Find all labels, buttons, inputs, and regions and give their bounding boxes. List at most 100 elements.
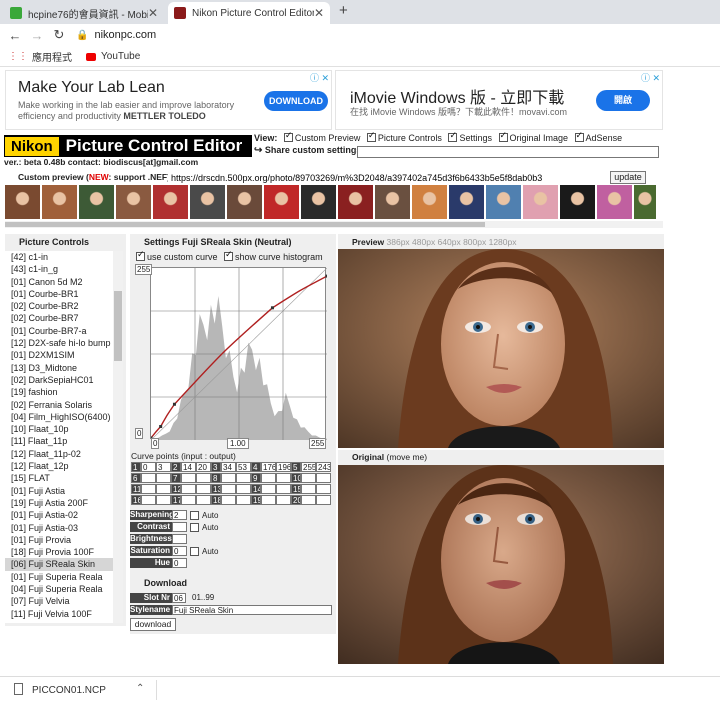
picture-control-item[interactable]: [01] Fuji Astia-02: [5, 509, 113, 521]
picture-control-item[interactable]: [12] Flaat_11p-02: [5, 448, 113, 460]
curve-point-output[interactable]: [316, 473, 331, 483]
adjustment-value-field[interactable]: 0: [172, 558, 187, 568]
gamma-value[interactable]: 1.00: [227, 438, 249, 449]
preview-thumbnail[interactable]: [634, 185, 656, 219]
adsense-checkbox[interactable]: [574, 130, 584, 142]
curve-point-input[interactable]: [181, 473, 196, 483]
curve-point-output[interactable]: 20: [196, 462, 211, 472]
tab-mobile01[interactable]: hcpine76的會員資訊 - Mobile01 ✕: [4, 2, 164, 24]
ad-mettler[interactable]: ⓘ ✕ Make Your Lab Lean Make working in t…: [5, 70, 332, 130]
picture-control-item[interactable]: [02] Courbe-BR7: [5, 312, 113, 324]
forward-arrow-icon[interactable]: →: [26, 28, 48, 43]
curve-point-input[interactable]: [261, 484, 276, 494]
picture-control-item[interactable]: [01] Fuji Astia: [5, 485, 113, 497]
bookmark-youtube[interactable]: YouTube: [101, 51, 140, 62]
ad-title[interactable]: iMovie Windows 版 - 立即下載: [350, 84, 564, 108]
picture-control-item[interactable]: [19] Fuji Astia 200F: [5, 497, 113, 509]
curve-point-input[interactable]: [141, 484, 156, 494]
picture-control-item[interactable]: [02] Courbe-BR2: [5, 300, 113, 312]
ad-title[interactable]: Make Your Lab Lean: [18, 79, 165, 97]
picture-control-item[interactable]: [10] Flaat_10p: [5, 423, 113, 435]
preview-thumbnail[interactable]: [449, 185, 484, 219]
curve-point-input[interactable]: [301, 484, 316, 494]
curve-point-input[interactable]: [221, 484, 236, 494]
picture-control-item[interactable]: [13] D3_Midtone: [5, 362, 113, 374]
picture-control-item[interactable]: [02] Ferrania Solaris: [5, 399, 113, 411]
picture-control-item[interactable]: [01] Fuji Superia Reala: [5, 571, 113, 583]
curve-point-input[interactable]: [261, 495, 276, 505]
settings-checkbox[interactable]: [448, 130, 458, 142]
picture-control-item[interactable]: [01] Fuji Astia-03: [5, 522, 113, 534]
picture-control-item[interactable]: [15] FLAT: [5, 472, 113, 484]
picture-control-item[interactable]: [01] Canon 5d M2: [5, 276, 113, 288]
scrollbar-thumb[interactable]: [114, 291, 122, 361]
list-scrollbar[interactable]: [113, 251, 123, 623]
picture-control-item[interactable]: [04] Fuji Superia Reala: [5, 583, 113, 595]
picture-control-item[interactable]: [01] Courbe-BR1: [5, 288, 113, 300]
address-bar[interactable]: nikonpc.com: [94, 29, 156, 41]
curve-point-input[interactable]: [181, 495, 196, 505]
curve-point-output[interactable]: [276, 484, 291, 494]
curve-point-output[interactable]: [316, 495, 331, 505]
preview-size-options[interactable]: 386px 480px 640px 800px 1280px: [387, 237, 517, 247]
show-histogram-checkbox[interactable]: [224, 249, 234, 261]
original-image[interactable]: [338, 465, 664, 664]
auto-checkbox[interactable]: [190, 523, 199, 532]
ad-imovie[interactable]: ⓘ ✕ iMovie Windows 版 - 立即下載 在找 iMovie Wi…: [335, 70, 663, 130]
scrollbar-thumb[interactable]: [5, 222, 485, 227]
curve-point-output[interactable]: [236, 495, 251, 505]
preview-thumbnail[interactable]: [486, 185, 521, 219]
preview-thumbnail[interactable]: [42, 185, 77, 219]
curve-point-input[interactable]: [141, 495, 156, 505]
preview-thumbnail[interactable]: [560, 185, 595, 219]
curve-point-input[interactable]: [301, 473, 316, 483]
curve-point-output[interactable]: [196, 484, 211, 494]
curve-point-input[interactable]: [261, 473, 276, 483]
adjustment-value-field[interactable]: [172, 534, 187, 544]
curve-point-output[interactable]: [276, 495, 291, 505]
chevron-up-icon[interactable]: ⌃: [136, 683, 144, 694]
curve-point-input[interactable]: 14: [181, 462, 196, 472]
adjustment-value-field[interactable]: [172, 522, 187, 532]
curve-point-output[interactable]: 3: [156, 462, 171, 472]
curve-point-output[interactable]: [156, 473, 171, 483]
custom-preview-checkbox[interactable]: [283, 130, 293, 142]
ad-open-button[interactable]: 開啟: [596, 90, 650, 111]
preview-thumbnail[interactable]: [264, 185, 299, 219]
preview-thumbnail[interactable]: [597, 185, 632, 219]
curve-editor[interactable]: [150, 267, 327, 440]
preview-thumbnail[interactable]: [5, 185, 40, 219]
picture-control-item[interactable]: [11] Flaat_11p: [5, 435, 113, 447]
curve-point-input[interactable]: 0: [141, 462, 156, 472]
lock-icon[interactable]: 🔒: [76, 30, 88, 41]
curve-point-input[interactable]: [221, 473, 236, 483]
picture-control-item[interactable]: [01] Fuji Provia: [5, 534, 113, 546]
adchoices-icon[interactable]: ⓘ ✕: [310, 71, 329, 84]
preview-thumbnail[interactable]: [153, 185, 188, 219]
close-icon[interactable]: ✕: [148, 6, 158, 20]
tone-curve-graph[interactable]: [151, 268, 327, 440]
update-button[interactable]: update: [610, 171, 646, 184]
preview-thumbnail[interactable]: [227, 185, 262, 219]
curve-point-input[interactable]: 255: [301, 462, 316, 472]
preview-thumbnail[interactable]: [375, 185, 410, 219]
tab-nikon[interactable]: Nikon Picture Control Editor ✕: [168, 2, 330, 24]
download-button[interactable]: download: [130, 618, 176, 631]
auto-checkbox[interactable]: [190, 547, 199, 556]
picture-control-item[interactable]: [18] Fuji Provia 100F: [5, 546, 113, 558]
apps-grid-icon[interactable]: ⋮⋮: [8, 51, 28, 62]
curve-point-output[interactable]: [196, 473, 211, 483]
preview-thumbnail[interactable]: [412, 185, 447, 219]
back-arrow-icon[interactable]: ←: [4, 28, 26, 43]
picture-control-item[interactable]: [19] fashion: [5, 386, 113, 398]
curve-point-input[interactable]: 34: [221, 462, 236, 472]
curve-point-input[interactable]: [301, 495, 316, 505]
curve-point-output[interactable]: [276, 473, 291, 483]
ad-download-button[interactable]: DOWNLOAD: [264, 91, 328, 111]
stylename-field[interactable]: Fuji SReala Skin: [172, 605, 332, 615]
curve-point-output[interactable]: 196: [276, 462, 291, 472]
curve-point-input[interactable]: 176: [261, 462, 276, 472]
preview-thumbnail[interactable]: [338, 185, 373, 219]
auto-checkbox[interactable]: [190, 511, 199, 520]
original-header[interactable]: Original (move me): [338, 450, 664, 465]
